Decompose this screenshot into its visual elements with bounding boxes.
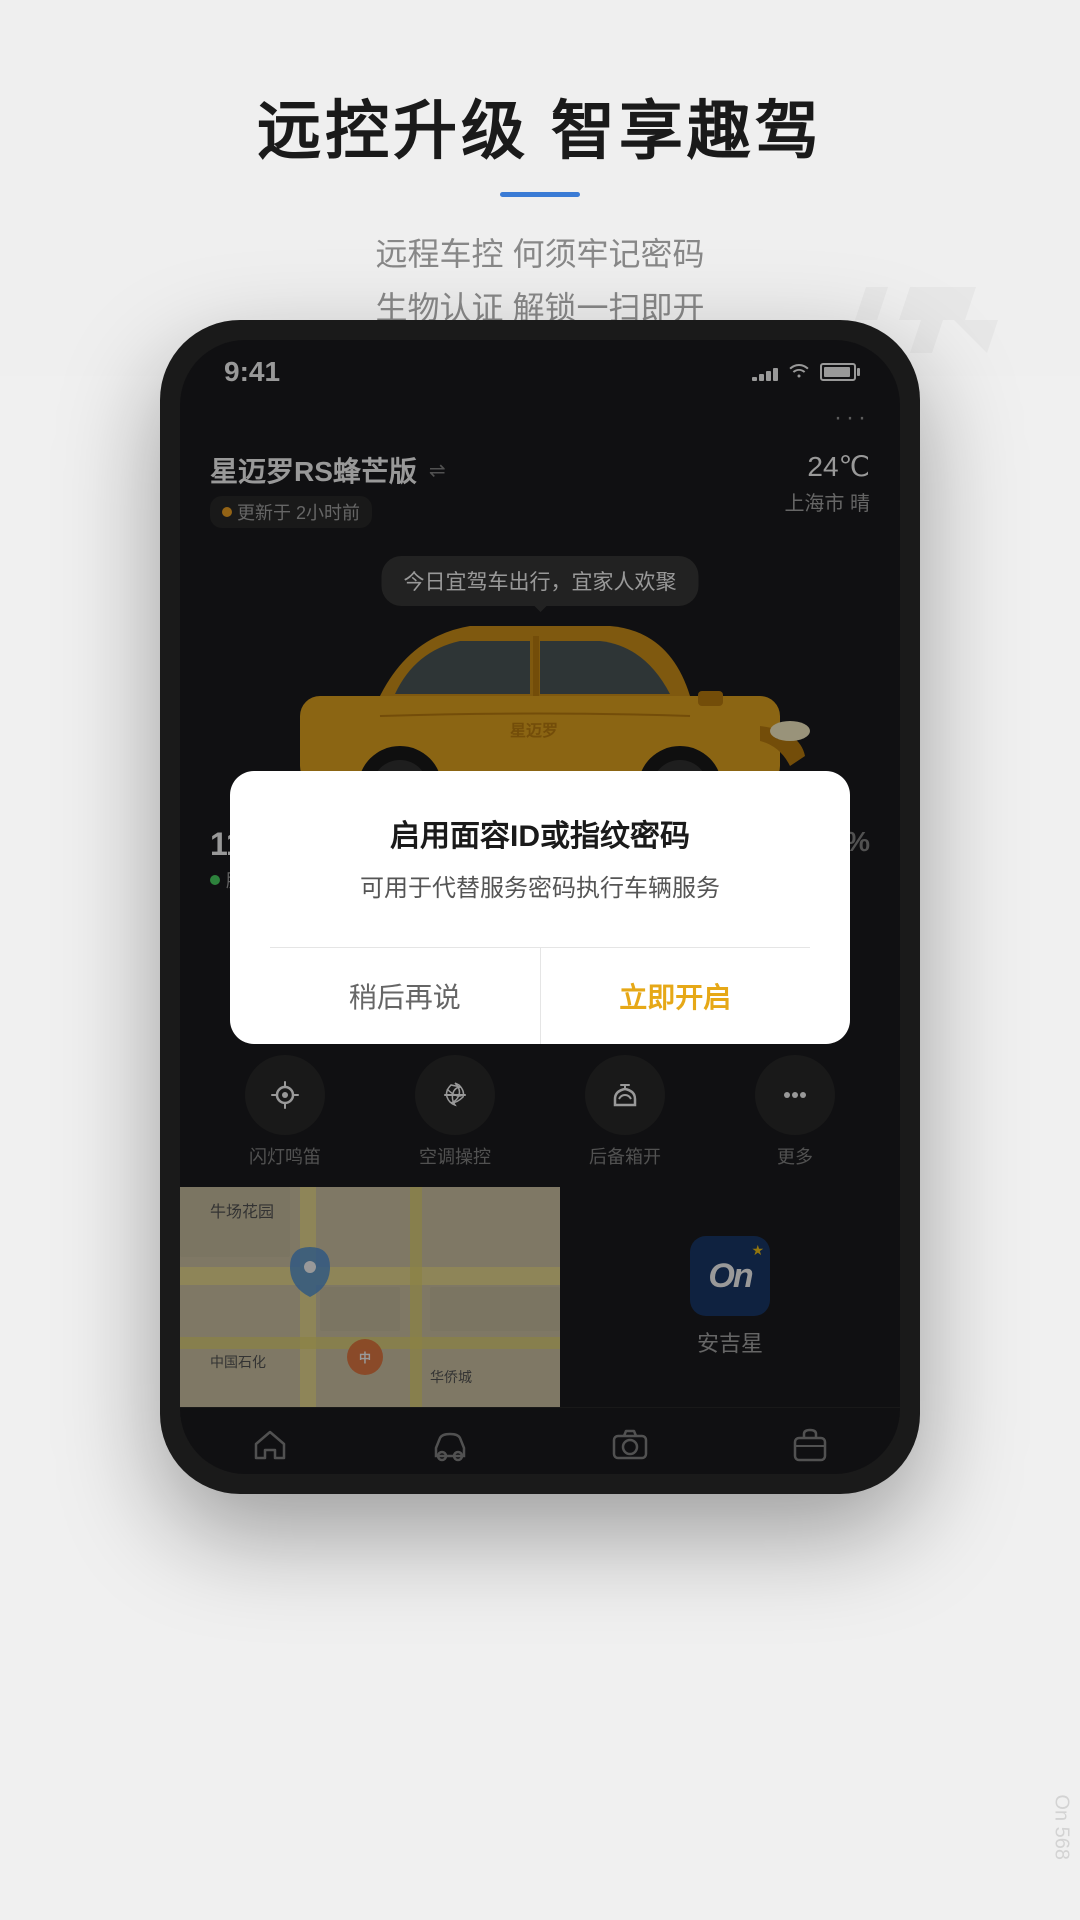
promo-title: 远控升级 智享趣驾 [0,80,1080,172]
watermark-text: On 568 [1050,1794,1073,1860]
phone-mockup: 9:41 [160,320,920,1494]
dialog-box: 启用面容ID或指纹密码 可用于代替服务密码执行车辆服务 稍后再说 立即开启 [230,771,850,1044]
phone-frame: 9:41 [160,320,920,1494]
dialog-overlay: 启用面容ID或指纹密码 可用于代替服务密码执行车辆服务 稍后再说 立即开启 [180,340,900,1474]
dialog-cancel-button[interactable]: 稍后再说 [270,948,541,1044]
dialog-buttons: 稍后再说 立即开启 [270,947,810,1044]
phone-screen: 9:41 [180,340,900,1474]
promo-subtitle-line1: 远程车控 何须牢记密码 [376,236,705,272]
dialog-title: 启用面容ID或指纹密码 [270,811,810,855]
promo-divider [500,192,580,197]
dialog-confirm-button[interactable]: 立即开启 [541,948,811,1044]
dialog-body: 可用于代替服务密码执行车辆服务 [270,871,810,907]
